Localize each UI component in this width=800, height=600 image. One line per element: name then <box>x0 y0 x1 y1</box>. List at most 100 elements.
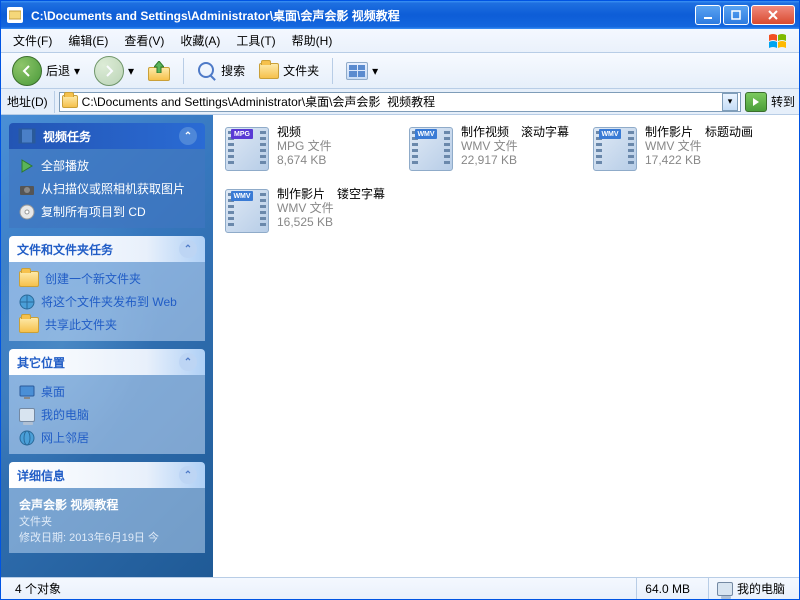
panel-header-other[interactable]: 其它位置 ⌃ <box>9 349 205 375</box>
details-name: 会声会影 视频教程 <box>19 496 195 513</box>
details-type: 文件夹 <box>19 513 195 529</box>
address-label: 地址(D) <box>5 93 50 110</box>
new-folder-icon <box>19 271 39 287</box>
computer-icon <box>717 582 733 596</box>
collapse-icon[interactable]: ⌃ <box>179 240 197 258</box>
search-label: 搜索 <box>221 62 245 79</box>
file-size: 17,422 KB <box>645 153 753 167</box>
link-network[interactable]: 网上邻居 <box>19 429 195 446</box>
go-label: 转到 <box>771 93 795 110</box>
window-icon <box>7 7 23 23</box>
search-button[interactable]: 搜索 <box>192 58 250 84</box>
collapse-icon[interactable]: ⌃ <box>179 466 197 484</box>
details-modified: 修改日期: 2013年6月19日 今 <box>19 529 195 545</box>
task-play-all[interactable]: 全部播放 <box>19 157 195 174</box>
file-name: 制作影片 镂空字幕 <box>277 187 385 201</box>
chevron-down-icon: ▾ <box>372 64 378 78</box>
file-size: 16,525 KB <box>277 215 385 229</box>
status-size: 64.0 MB <box>636 578 698 599</box>
address-input[interactable] <box>82 95 718 109</box>
file-type: WMV 文件 <box>461 139 569 153</box>
folder-icon <box>62 95 78 108</box>
back-label: 后退 <box>46 62 70 79</box>
panel-header-video[interactable]: 视频任务 ⌃ <box>9 123 205 149</box>
folders-label: 文件夹 <box>283 62 319 79</box>
share-folder-icon <box>19 317 39 333</box>
separator <box>183 58 184 84</box>
window-title: C:\Documents and Settings\Administrator\… <box>27 7 695 24</box>
forward-button[interactable]: ▾ <box>89 53 139 89</box>
file-type: WMV 文件 <box>277 201 385 215</box>
file-name: 视频 <box>277 125 332 139</box>
panel-header-details[interactable]: 详细信息 ⌃ <box>9 462 205 488</box>
task-new-folder[interactable]: 创建一个新文件夹 <box>19 270 195 287</box>
camera-icon <box>19 181 35 197</box>
up-button[interactable] <box>143 58 175 84</box>
video-file-icon: WMV <box>223 187 271 235</box>
file-item[interactable]: WMV制作影片 标题动画WMV 文件17,422 KB <box>589 123 769 181</box>
file-size: 8,674 KB <box>277 153 332 167</box>
address-bar: 地址(D) ▾ 转到 <box>1 89 799 115</box>
panel-header-filetasks[interactable]: 文件和文件夹任务 ⌃ <box>9 236 205 262</box>
minimize-button[interactable] <box>695 5 721 25</box>
tasks-sidebar: 视频任务 ⌃ 全部播放 从扫描仪或照相机获取图片 复制所有项目到 CD 文件和文… <box>1 115 213 577</box>
up-folder-icon <box>148 61 170 81</box>
menu-edit[interactable]: 编辑(E) <box>60 29 116 52</box>
search-icon <box>197 61 217 81</box>
back-button[interactable]: 后退 ▾ <box>7 53 85 89</box>
file-item[interactable]: MPG 视频MPG 文件8,674 KB <box>221 123 401 181</box>
toolbar: 后退 ▾ ▾ 搜索 文件夹 ▾ <box>1 53 799 89</box>
file-list-area[interactable]: MPG视频MPG 文件8,674 KBWMV制作视频 滚动字幕WMV 文件22,… <box>213 115 799 577</box>
file-type: MPG 文件 <box>277 139 332 153</box>
menu-tools[interactable]: 工具(T) <box>228 29 283 52</box>
status-count: 4 个对象 <box>7 578 626 599</box>
menu-view[interactable]: 查看(V) <box>116 29 172 52</box>
statusbar: 4 个对象 64.0 MB 我的电脑 <box>1 577 799 599</box>
panel-title: 视频任务 <box>43 128 91 145</box>
close-button[interactable] <box>751 5 795 25</box>
address-dropdown[interactable]: ▾ <box>722 93 738 111</box>
collapse-icon[interactable]: ⌃ <box>179 353 197 371</box>
maximize-button[interactable] <box>723 5 749 25</box>
views-icon <box>346 62 368 80</box>
menubar: 文件(F) 编辑(E) 查看(V) 收藏(A) 工具(T) 帮助(H) <box>1 29 799 53</box>
collapse-icon[interactable]: ⌃ <box>179 127 197 145</box>
titlebar[interactable]: C:\Documents and Settings\Administrator\… <box>1 1 799 29</box>
network-icon <box>19 430 35 446</box>
views-button[interactable]: ▾ <box>341 59 383 83</box>
film-icon <box>17 127 37 145</box>
panel-title: 文件和文件夹任务 <box>17 241 113 258</box>
desktop-icon <box>19 384 35 400</box>
video-file-icon: WMV <box>407 125 455 173</box>
file-item[interactable]: WMV 制作视频 滚动字幕WMV 文件22,917 KB <box>405 123 585 181</box>
address-field[interactable]: ▾ <box>59 92 741 112</box>
folder-icon <box>259 63 279 79</box>
task-publish-web[interactable]: 将这个文件夹发布到 Web <box>19 293 195 310</box>
panel-title: 其它位置 <box>17 354 65 371</box>
chevron-down-icon: ▾ <box>74 64 80 78</box>
chevron-down-icon: ▾ <box>128 64 134 78</box>
menu-file[interactable]: 文件(F) <box>5 29 60 52</box>
task-copy-to-cd[interactable]: 复制所有项目到 CD <box>19 203 195 220</box>
cd-icon <box>19 204 35 220</box>
video-file-icon: WMV <box>591 125 639 173</box>
file-size: 22,917 KB <box>461 153 569 167</box>
details-body: 会声会影 视频教程 文件夹 修改日期: 2013年6月19日 今 <box>9 488 205 553</box>
file-name: 制作视频 滚动字幕 <box>461 125 569 139</box>
separator <box>332 58 333 84</box>
menu-help[interactable]: 帮助(H) <box>284 29 341 52</box>
menu-favorites[interactable]: 收藏(A) <box>172 29 228 52</box>
link-my-computer[interactable]: 我的电脑 <box>19 406 195 423</box>
task-share-folder[interactable]: 共享此文件夹 <box>19 316 195 333</box>
windows-flag-icon <box>763 31 795 51</box>
video-file-icon: MPG <box>223 125 271 173</box>
globe-icon <box>19 294 35 310</box>
task-get-from-scanner[interactable]: 从扫描仪或照相机获取图片 <box>19 180 195 197</box>
back-icon <box>12 56 42 86</box>
panel-title: 详细信息 <box>17 467 65 484</box>
status-location: 我的电脑 <box>708 578 793 599</box>
file-item[interactable]: WMV 制作影片 镂空字幕WMV 文件16,525 KB <box>221 185 401 243</box>
go-button[interactable] <box>745 92 767 112</box>
link-desktop[interactable]: 桌面 <box>19 383 195 400</box>
folders-button[interactable]: 文件夹 <box>254 59 324 82</box>
